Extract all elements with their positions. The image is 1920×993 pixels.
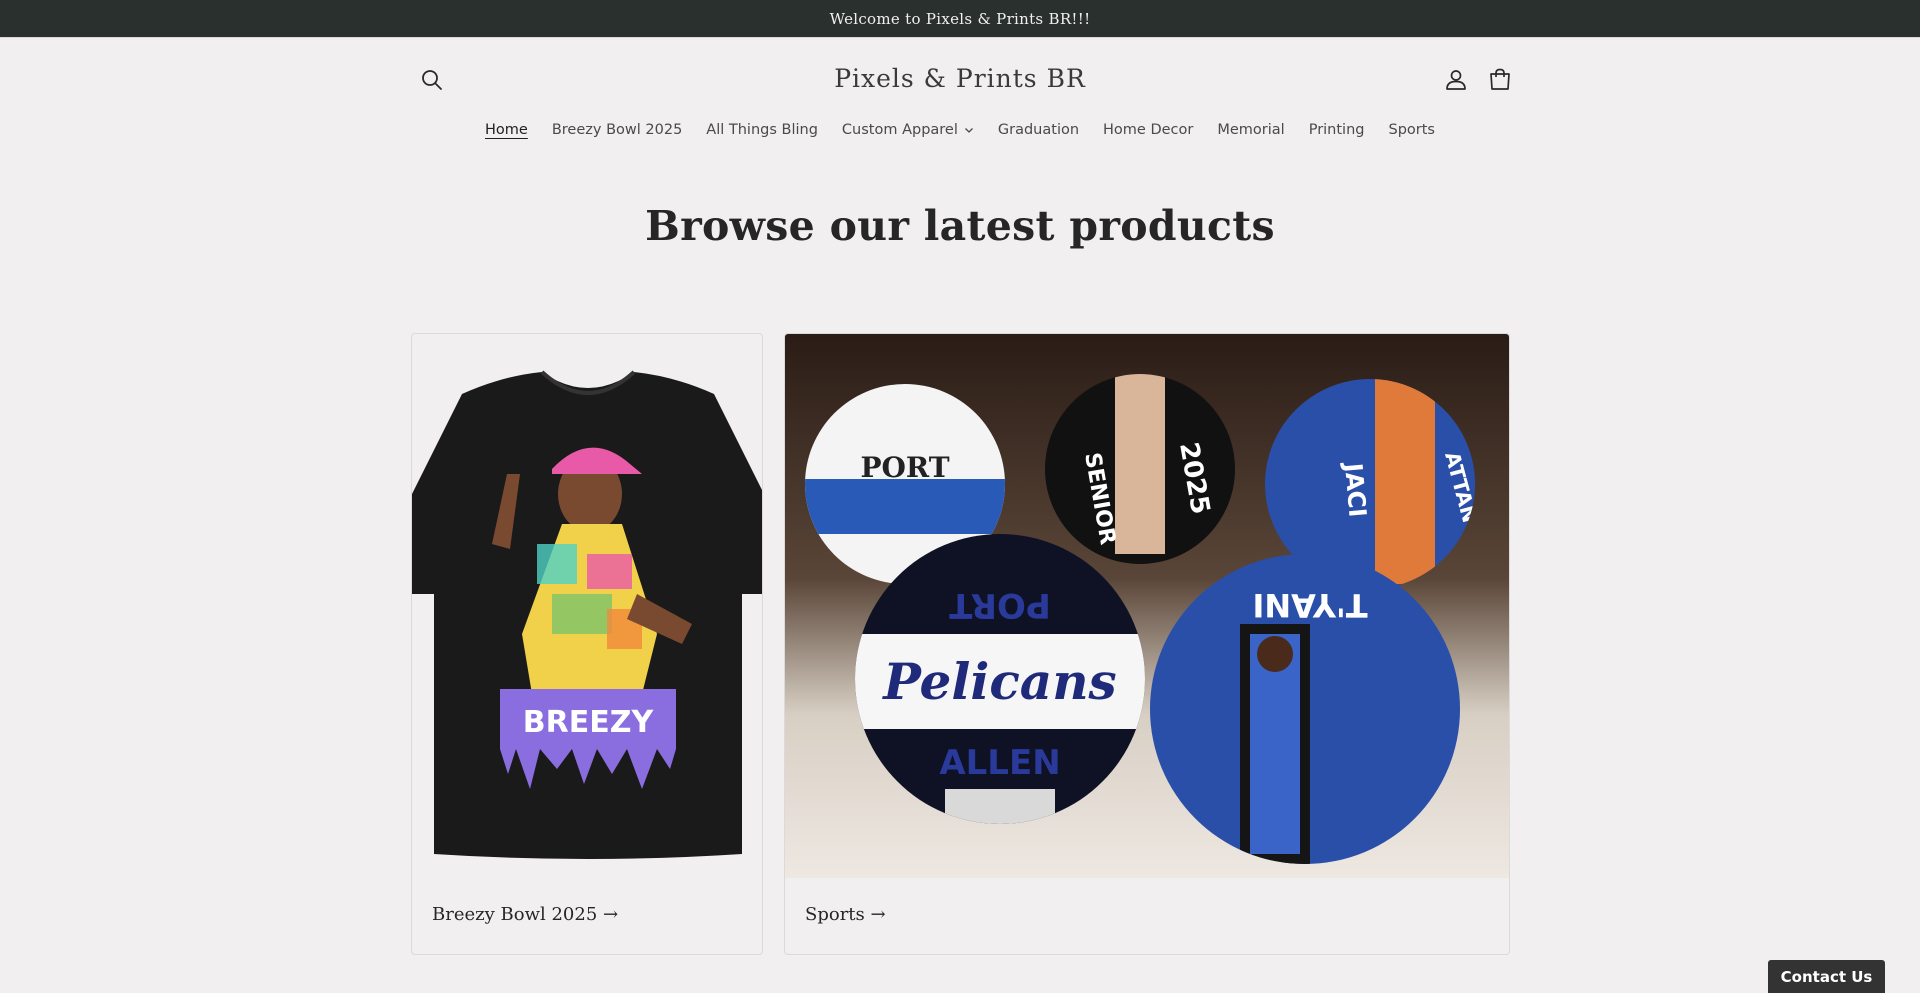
nav-item-graduation[interactable]: Graduation	[998, 122, 1079, 138]
ball-text-tyani: T'YANI	[1252, 586, 1367, 624]
ball-text-jaci: JACI	[1339, 460, 1372, 518]
nav-item-custom-apparel[interactable]: Custom Apparel	[842, 122, 974, 138]
collection-title-breezy-bowl[interactable]: Breezy Bowl 2025 →	[432, 904, 618, 925]
announcement-bar: Welcome to Pixels & Prints BR!!!	[0, 0, 1920, 38]
ball-text-allen: ALLEN	[939, 743, 1060, 783]
announcement-text: Welcome to Pixels & Prints BR!!!	[829, 9, 1091, 28]
ball-text-port: PORT	[860, 451, 949, 484]
nav-item-printing[interactable]: Printing	[1309, 122, 1365, 138]
tshirt-graphic-text: BREEZY	[523, 705, 655, 740]
nav-item-memorial[interactable]: Memorial	[1217, 122, 1284, 138]
site-logo[interactable]: Pixels & Prints BR	[0, 64, 1920, 93]
section-title: Browse our latest products	[645, 202, 1275, 250]
nav-item-custom-apparel-label: Custom Apparel	[841, 122, 958, 138]
nav-item-all-things-bling[interactable]: All Things Bling	[706, 122, 818, 138]
nav-item-home[interactable]: Home	[485, 122, 528, 138]
chevron-down-icon	[964, 128, 973, 133]
ball-text-pelicans: Pelicans	[881, 652, 1116, 711]
nav-item-home-decor[interactable]: Home Decor	[1103, 122, 1193, 138]
collection-title-sports[interactable]: Sports →	[805, 904, 886, 925]
nav-item-sports[interactable]: Sports	[1388, 122, 1434, 138]
contact-us-button[interactable]: Contact Us	[1768, 960, 1885, 993]
collection-image-tshirt: BREEZY	[412, 334, 762, 878]
cart-icon[interactable]	[1486, 66, 1514, 94]
main-nav: Home Breezy Bowl 2025 All Things Bling C…	[0, 122, 1920, 138]
ball-text-port-front: PORT	[948, 585, 1050, 625]
collection-image-volleyballs: PORT SENIOR 2025 JACI ATTAN PORT Pelican…	[785, 334, 1509, 878]
collection-card-breezy-bowl[interactable]: BREEZY Breezy Bowl 2025 →	[411, 333, 763, 955]
nav-item-breezy-bowl-2025[interactable]: Breezy Bowl 2025	[552, 122, 682, 138]
site-header: Pixels & Prints BR Home Breezy Bowl 2025…	[0, 38, 1920, 158]
collection-card-sports[interactable]: PORT SENIOR 2025 JACI ATTAN PORT Pelican…	[784, 333, 1510, 955]
account-icon[interactable]	[1442, 66, 1470, 94]
